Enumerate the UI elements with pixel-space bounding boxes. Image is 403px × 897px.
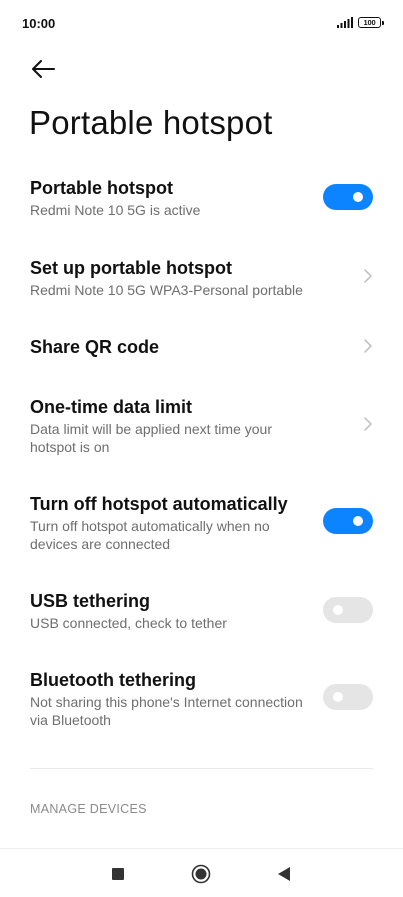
navigation-bar: [0, 848, 403, 897]
status-time: 10:00: [22, 16, 56, 31]
data-limit-text: One-time data limit Data limit will be a…: [30, 396, 305, 456]
auto-off-text: Turn off hotspot automatically Turn off …: [30, 493, 315, 553]
square-icon: [112, 868, 124, 880]
battery-level: 100: [363, 17, 376, 27]
triangle-back-icon: [278, 867, 290, 881]
setup-hotspot-text: Set up portable hotspot Redmi Note 10 5G…: [30, 257, 350, 299]
share-qr-row[interactable]: Share QR code: [30, 336, 373, 360]
back-button[interactable]: [26, 52, 60, 86]
chevron-right-icon: [364, 417, 372, 431]
bluetooth-tethering-text: Bluetooth tethering Not sharing this pho…: [30, 669, 305, 729]
data-limit-row[interactable]: One-time data limit Data limit will be a…: [30, 396, 373, 458]
setup-hotspot-title: Set up portable hotspot: [30, 258, 232, 278]
portable-hotspot-subtitle: Redmi Note 10 5G is active: [30, 202, 201, 218]
auto-off-row[interactable]: Turn off hotspot automatically Turn off …: [30, 493, 373, 555]
toggle-knob: [353, 516, 363, 526]
usb-tethering-toggle[interactable]: [323, 597, 373, 623]
data-limit-title: One-time data limit: [30, 397, 193, 417]
chevron-right-icon: [364, 269, 372, 283]
portable-hotspot-title: Portable hotspot: [30, 178, 173, 198]
toggle-knob: [333, 692, 343, 702]
signal-bars-icon: [337, 17, 353, 28]
status-icons: 100: [337, 17, 384, 28]
usb-tethering-subtitle: USB connected, check to tether: [30, 615, 227, 631]
usb-tethering-text: USB tethering USB connected, check to te…: [30, 590, 310, 632]
portable-hotspot-text: Portable hotspot Redmi Note 10 5G is act…: [30, 177, 310, 219]
bluetooth-tethering-toggle[interactable]: [323, 684, 373, 710]
circle-icon: [191, 864, 211, 884]
share-qr-text: Share QR code: [30, 336, 310, 358]
auto-off-toggle[interactable]: [323, 508, 373, 534]
toggle-knob: [333, 605, 343, 615]
toggle-knob: [353, 192, 363, 202]
page-title: Portable hotspot: [29, 104, 273, 141]
data-limit-subtitle: Data limit will be applied next time you…: [30, 421, 272, 455]
bluetooth-tethering-subtitle: Not sharing this phone's Internet connec…: [30, 694, 303, 728]
share-qr-title: Share QR code: [30, 337, 160, 357]
chevron-right-icon: [364, 339, 372, 353]
auto-off-subtitle: Turn off hotspot automatically when no d…: [30, 518, 270, 552]
usb-tethering-row[interactable]: USB tethering USB connected, check to te…: [30, 590, 373, 634]
manage-devices-header: MANAGE DEVICES: [30, 802, 147, 816]
battery-icon: 100: [358, 17, 384, 28]
nav-back-button[interactable]: [273, 863, 295, 885]
auto-off-title: Turn off hotspot automatically: [30, 494, 288, 514]
portable-hotspot-toggle[interactable]: [323, 184, 373, 210]
back-arrow-icon: [32, 60, 55, 78]
usb-tethering-title: USB tethering: [30, 591, 151, 611]
bluetooth-tethering-row[interactable]: Bluetooth tethering Not sharing this pho…: [30, 669, 373, 731]
recents-button[interactable]: [107, 863, 129, 885]
setup-hotspot-row[interactable]: Set up portable hotspot Redmi Note 10 5G…: [30, 257, 373, 301]
status-bar: 10:00 100: [0, 0, 403, 48]
bluetooth-tethering-title: Bluetooth tethering: [30, 670, 196, 690]
portable-hotspot-row[interactable]: Portable hotspot Redmi Note 10 5G is act…: [30, 177, 373, 221]
section-divider: [30, 768, 373, 769]
home-button[interactable]: [190, 863, 212, 885]
setup-hotspot-subtitle: Redmi Note 10 5G WPA3-Personal portable: [30, 282, 303, 298]
